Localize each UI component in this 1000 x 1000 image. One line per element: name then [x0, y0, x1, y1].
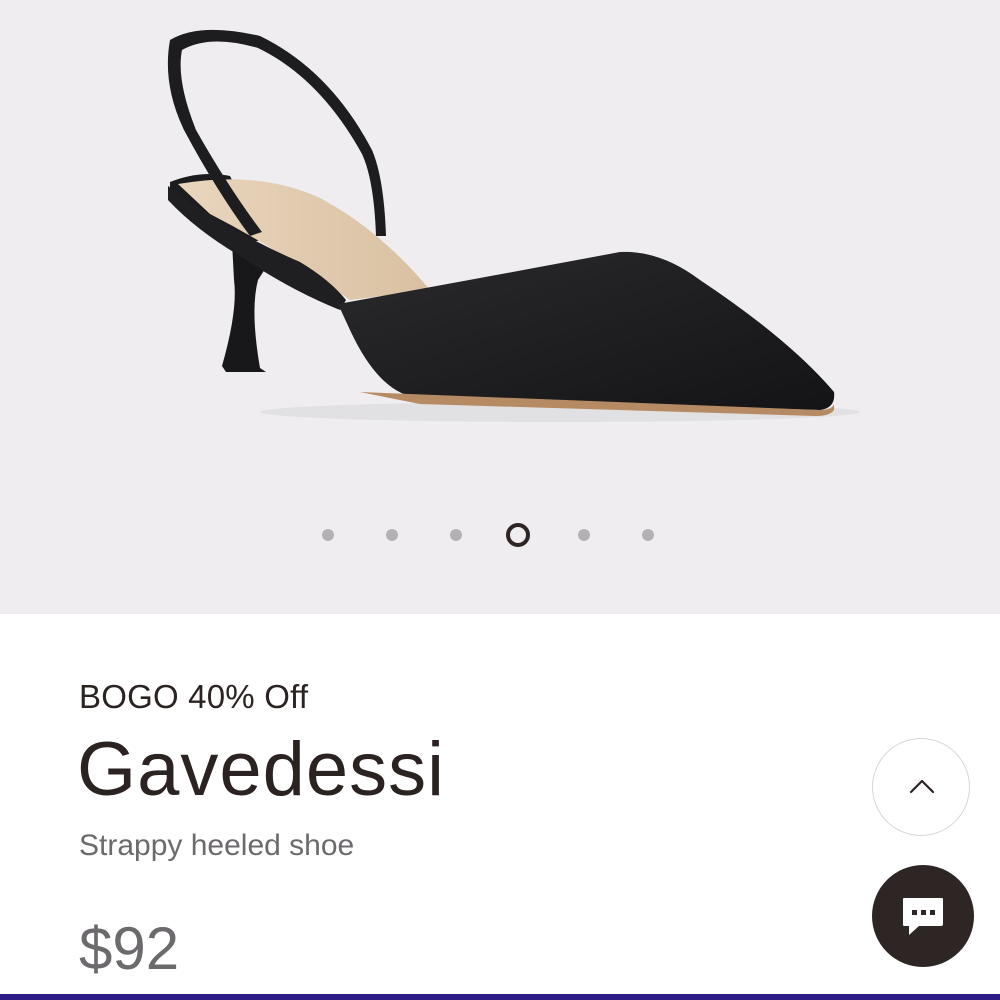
carousel-pagination [0, 520, 1000, 550]
chat-button[interactable] [872, 865, 974, 967]
product-title: Gavedessi [77, 727, 446, 812]
product-info: BOGO 40% Off Gavedessi Strappy heeled sh… [0, 614, 1000, 1000]
carousel-dot[interactable] [450, 529, 462, 541]
carousel-dot[interactable] [322, 529, 334, 541]
carousel-dot[interactable] [578, 529, 590, 541]
product-price: $92 [79, 915, 180, 982]
chevron-up-icon [909, 779, 935, 794]
carousel-dot[interactable] [386, 529, 398, 541]
chat-bubble-icon [903, 898, 943, 935]
carousel-dot[interactable] [642, 529, 654, 541]
product-page: BOGO 40% Off Gavedessi Strappy heeled sh… [0, 0, 1000, 1000]
scroll-to-top-button[interactable] [872, 738, 970, 836]
carousel-dot-active[interactable] [506, 523, 530, 547]
bottom-bar [0, 994, 1000, 1000]
promo-label: BOGO 40% Off [79, 678, 309, 715]
product-description: Strappy heeled shoe [79, 829, 355, 862]
product-image-gallery[interactable] [0, 0, 1000, 614]
